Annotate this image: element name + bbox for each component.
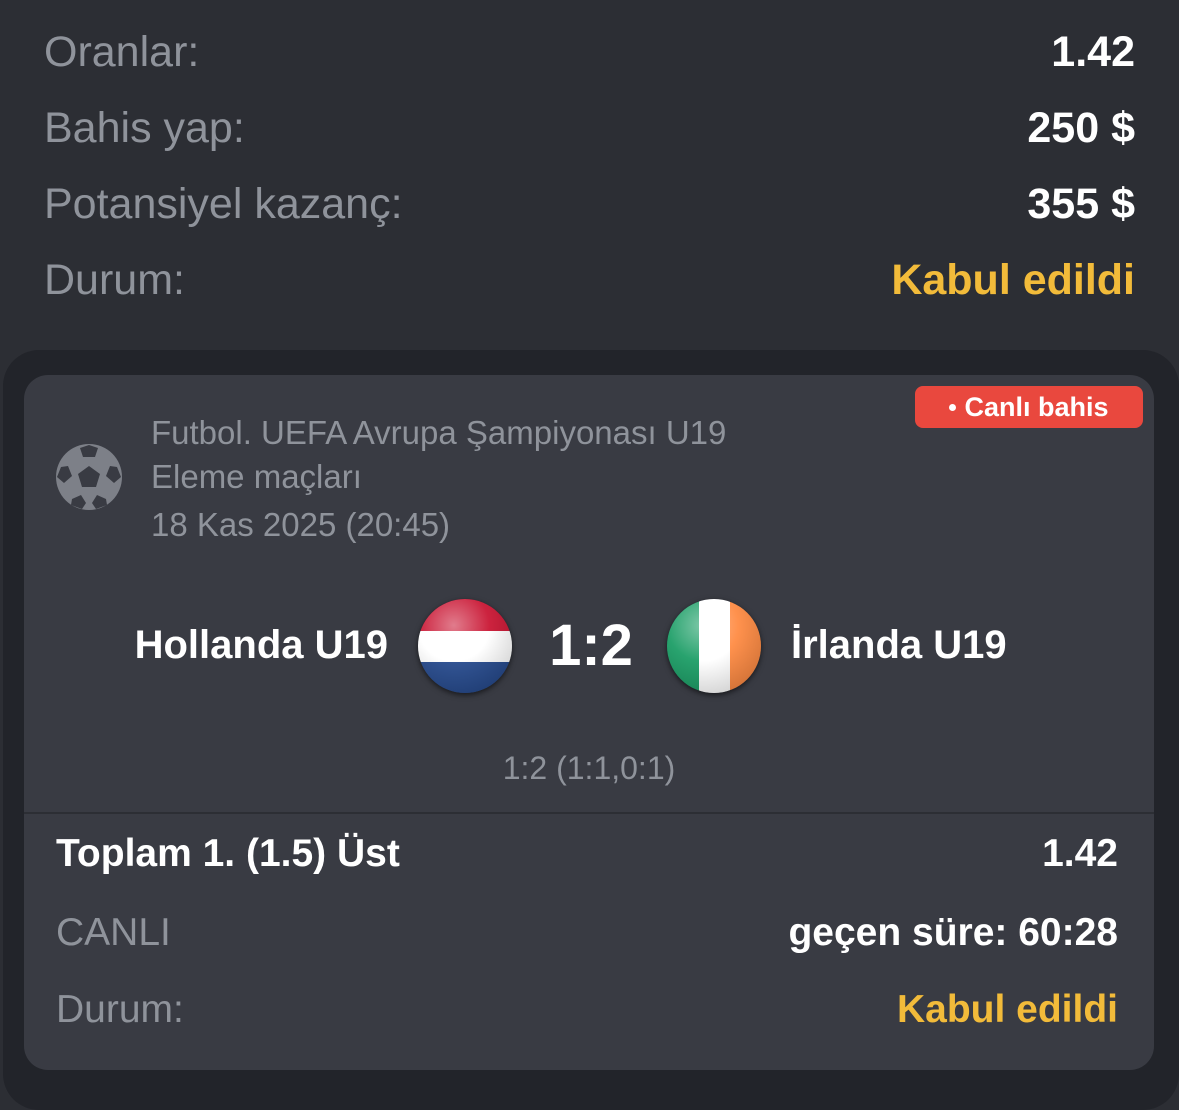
payout-value: 355 $ <box>1027 179 1135 228</box>
league-stage: Eleme maçları <box>151 458 362 495</box>
odds-value: 1.42 <box>1051 27 1135 76</box>
stake-label: Bahis yap: <box>44 103 245 152</box>
status-value: Kabul edildi <box>891 255 1135 304</box>
league-info: Futbol. UEFA Avrupa Şampiyonası U19 Elem… <box>151 411 726 547</box>
bet-status-row: Durum: Kabul edildi <box>56 982 1118 1038</box>
ireland-flag-icon <box>667 599 761 693</box>
bet-status-value: Kabul edildi <box>896 988 1118 1031</box>
league-name: Futbol. UEFA Avrupa Şampiyonası U19 <box>151 414 727 451</box>
match-score: 1:2 <box>549 613 633 678</box>
home-team-name: Hollanda U19 <box>134 623 388 667</box>
event-card[interactable]: Canlı bahis Futbol. UEFA Avrupa Şampiyon… <box>24 375 1154 1070</box>
netherlands-flag-icon <box>418 599 512 693</box>
market-name: Toplam 1. (1.5) Üst <box>56 832 400 875</box>
market-odds: 1.42 <box>1042 832 1118 875</box>
status-label: Durum: <box>44 255 185 304</box>
divider <box>24 812 1154 814</box>
market-row: Toplam 1. (1.5) Üst 1.42 <box>56 826 1118 882</box>
payout-row: Potansiyel kazanç: 355 $ <box>44 174 1135 234</box>
elapsed-time: geçen süre: 60:28 <box>788 911 1118 954</box>
stake-value: 250 $ <box>1027 103 1135 152</box>
status-row: Durum: Kabul edildi <box>44 250 1135 310</box>
live-dot-icon <box>949 403 957 411</box>
payout-label: Potansiyel kazanç: <box>44 179 403 228</box>
live-bet-badge: Canlı bahis <box>915 386 1143 428</box>
live-badge-label: Canlı bahis <box>964 391 1109 422</box>
stake-row: Bahis yap: 250 $ <box>44 98 1135 158</box>
odds-row: Oranlar: 1.42 <box>44 22 1135 82</box>
away-team-name: İrlanda U19 <box>791 623 1007 667</box>
bet-status-label: Durum: <box>56 988 184 1031</box>
odds-label: Oranlar: <box>44 27 200 76</box>
score-detail: 1:2 (1:1,0:1) <box>502 750 676 786</box>
soccer-ball-icon <box>54 442 124 512</box>
live-row: CANLI geçen süre: 60:28 <box>56 905 1118 961</box>
live-label: CANLI <box>56 911 171 954</box>
match-date: 18 Kas 2025 (20:45) <box>151 506 451 543</box>
